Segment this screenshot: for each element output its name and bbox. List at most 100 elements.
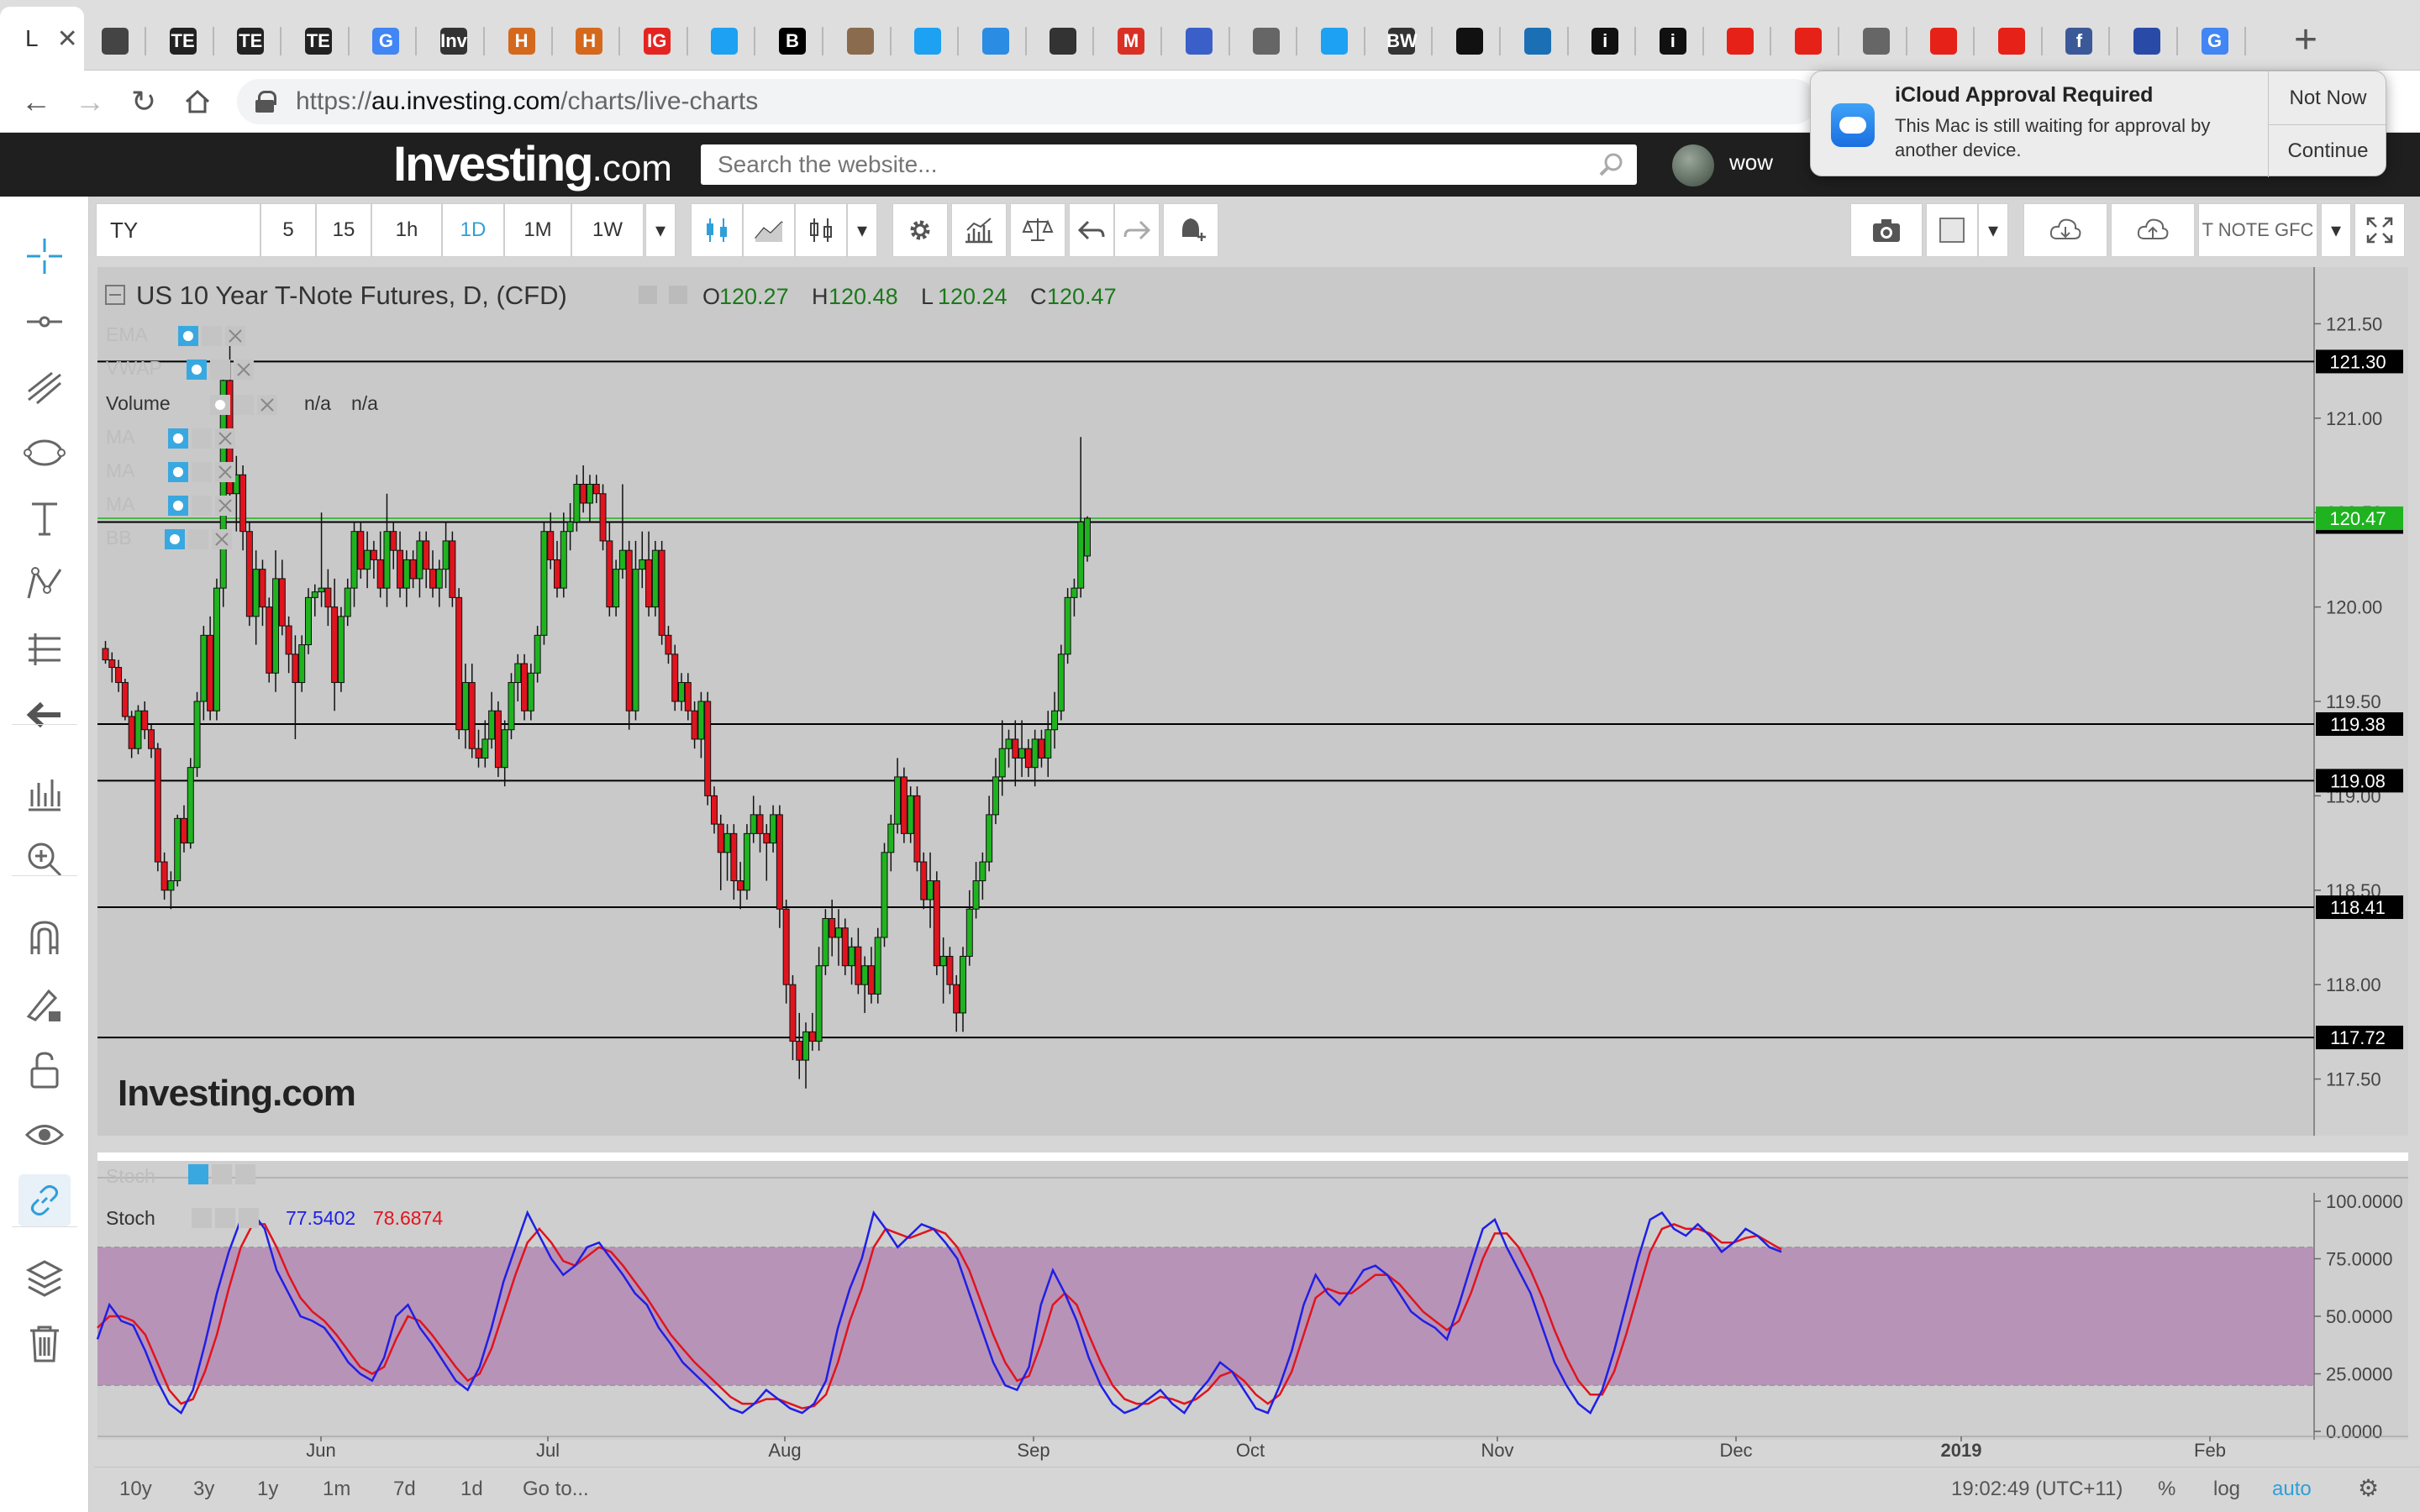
browser-tab[interactable] — [1439, 12, 1501, 71]
browser-tab[interactable] — [1981, 12, 2043, 71]
time-tick-label: Oct — [1236, 1440, 1265, 1461]
candle-body — [423, 540, 430, 570]
youtube-icon — [1795, 28, 1822, 55]
active-tab[interactable]: L ✕ — [0, 7, 84, 71]
browser-tab[interactable] — [897, 12, 960, 71]
candle-body — [808, 1031, 816, 1042]
browser-tab[interactable]: TE — [287, 12, 350, 71]
range-button-6[interactable]: Go to... — [523, 1478, 589, 1501]
candle-body — [468, 682, 476, 749]
b-icon: B — [779, 28, 806, 55]
reload-icon[interactable]: ↻ — [124, 82, 163, 121]
ohlc-value: 120.47 — [1047, 284, 1117, 309]
candle-body — [324, 587, 332, 608]
title-visibility-icon — [639, 286, 657, 304]
stoch-tick-label: 50.0000 — [2326, 1306, 2393, 1327]
candle-body — [599, 493, 607, 542]
browser-tab[interactable]: Inv — [423, 12, 485, 71]
investing-logo[interactable]: Investing.com — [393, 136, 672, 192]
browser-tab[interactable]: BW — [1370, 12, 1434, 71]
indicator-settings-icon — [202, 326, 222, 346]
chart-settings-gear-icon[interactable]: ⚙ — [2358, 1474, 2379, 1502]
username[interactable]: wow — [1729, 150, 1773, 176]
browser-tab[interactable]: H — [558, 12, 621, 71]
level-label: 121.30 — [2329, 351, 2386, 372]
browser-tab[interactable] — [2116, 12, 2178, 71]
candle-body — [645, 559, 653, 608]
search-icon[interactable] — [1598, 151, 1625, 178]
title-settings-icon — [669, 286, 687, 304]
pane-separator — [97, 1152, 2408, 1161]
browser-tab[interactable] — [1032, 12, 1095, 71]
browser-tab[interactable] — [1845, 12, 1907, 71]
logo-suffix-text: .com — [592, 148, 672, 189]
candle-body — [592, 484, 600, 495]
candle-body — [350, 531, 358, 589]
browser-tab[interactable]: H — [491, 12, 553, 71]
browser-tab[interactable] — [1777, 12, 1839, 71]
indicator-eye-pupil — [170, 534, 180, 544]
avatar[interactable] — [1672, 144, 1714, 186]
browser-tab[interactable] — [1912, 12, 1975, 71]
browser-tab[interactable]: M — [1100, 12, 1162, 71]
browser-tab[interactable]: IG — [626, 12, 688, 71]
candle-body — [1044, 729, 1052, 759]
h-icon: H — [508, 28, 535, 55]
browser-tab[interactable]: G — [2184, 12, 2246, 71]
auto-scale-toggle[interactable]: auto — [2272, 1478, 2312, 1501]
back-arrow-icon[interactable]: ← — [17, 82, 55, 121]
candle-body — [1005, 738, 1013, 749]
ohlc-key: H — [812, 284, 829, 309]
range-button-1[interactable]: 3y — [193, 1478, 214, 1501]
candle-body — [461, 682, 469, 731]
site-search-input[interactable] — [701, 144, 1637, 185]
browser-tab[interactable] — [965, 12, 1027, 71]
browser-tab[interactable]: TE — [152, 12, 214, 71]
candle-body — [292, 654, 299, 684]
browser-tab[interactable]: i — [1574, 12, 1637, 71]
continue-button[interactable]: Continue — [2269, 124, 2387, 177]
candle-body — [115, 667, 123, 684]
candle-body — [527, 672, 534, 711]
range-button-0[interactable]: 10y — [119, 1478, 152, 1501]
range-button-4[interactable]: 7d — [393, 1478, 416, 1501]
new-tab-plus-icon[interactable]: + — [2294, 17, 2317, 63]
browser-tab[interactable]: G — [355, 12, 418, 71]
range-button-3[interactable]: 1m — [323, 1478, 350, 1501]
close-tab-icon[interactable]: ✕ — [57, 24, 78, 54]
browser-tab[interactable] — [1507, 12, 1569, 71]
candle-body — [200, 634, 208, 702]
percent-scale-toggle[interactable]: % — [2158, 1478, 2175, 1501]
price-tick-label: 118.00 — [2326, 974, 2381, 995]
candle-body — [534, 634, 541, 674]
forward-arrow-icon[interactable]: → — [71, 82, 109, 121]
candle-body — [344, 587, 351, 617]
browser-tab[interactable]: i — [1642, 12, 1704, 71]
home-icon[interactable] — [178, 82, 217, 121]
price-chart[interactable]: 121.50121.00120.50120.00119.50119.00118.… — [0, 197, 2420, 1512]
candle-body — [239, 474, 247, 533]
browser-tab[interactable] — [693, 12, 756, 71]
browser-tab[interactable] — [1235, 12, 1298, 71]
browser-tab[interactable]: TE — [219, 12, 282, 71]
range-button-5[interactable]: 1d — [460, 1478, 483, 1501]
browser-tab[interactable] — [1709, 12, 1772, 71]
log-scale-toggle[interactable]: log — [2213, 1478, 2240, 1501]
browser-tab[interactable] — [84, 12, 146, 71]
indicator-label: VWAP — [106, 357, 162, 379]
candle-body — [298, 644, 306, 684]
candle-body — [442, 540, 450, 570]
browser-tab[interactable] — [1168, 12, 1230, 71]
browser-tab[interactable]: f — [2048, 12, 2111, 71]
address-bar[interactable]: https://au.investing.com/charts/live-cha… — [237, 79, 1817, 124]
candle-body — [946, 955, 954, 985]
browser-tab[interactable] — [829, 12, 892, 71]
candle-body — [540, 531, 548, 636]
candle-body — [245, 531, 253, 617]
not-now-button[interactable]: Not Now — [2269, 71, 2387, 124]
indicator-eye-pupil — [183, 331, 193, 341]
range-button-2[interactable]: 1y — [257, 1478, 278, 1501]
candle-body — [1057, 654, 1065, 711]
browser-tab[interactable] — [1303, 12, 1365, 71]
browser-tab[interactable]: B — [761, 12, 823, 71]
